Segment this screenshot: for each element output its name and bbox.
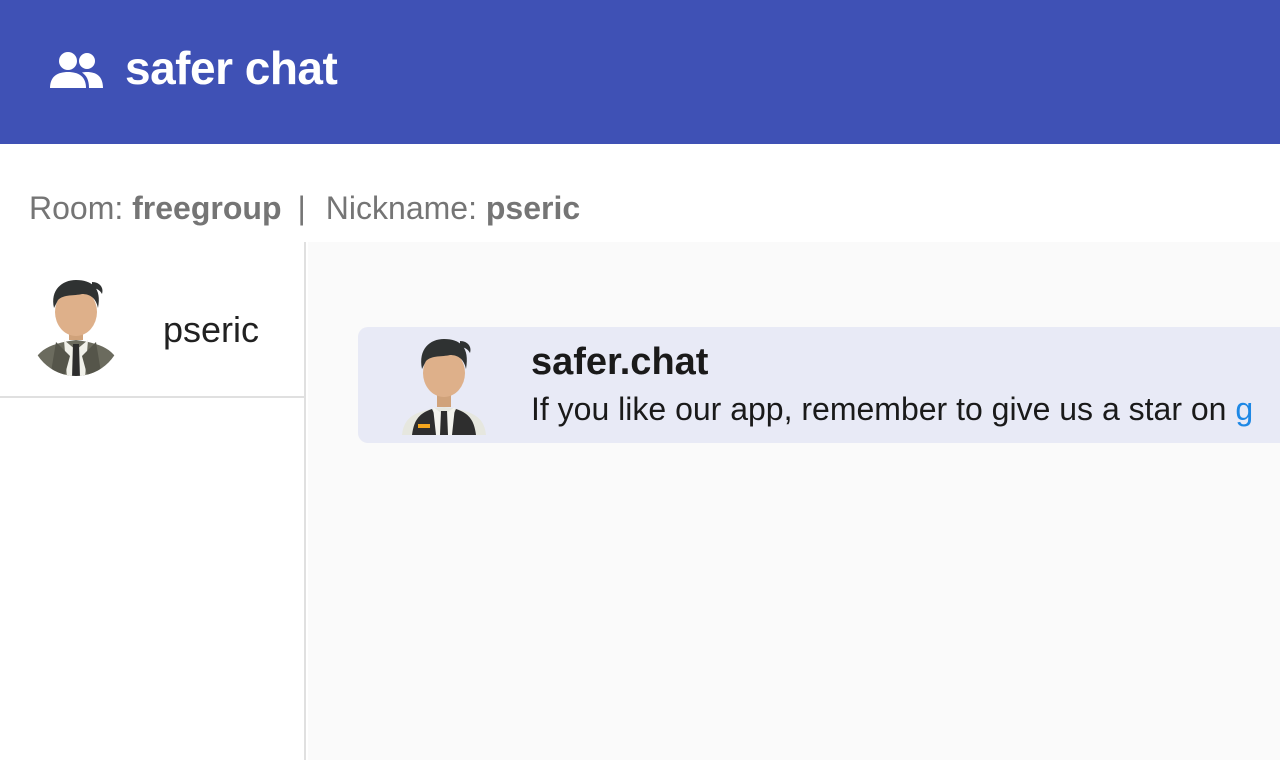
message-sender: safer.chat [531, 341, 709, 383]
user-list-item-name: pseric [163, 309, 260, 350]
app-title: safer chat [125, 42, 338, 94]
nickname-label: Nickname: [325, 190, 477, 226]
room-info-bar: Room: freegroup | Nickname: pseric [29, 188, 580, 228]
message-text: If you like our app, remember to give us… [531, 389, 1253, 429]
chat-message: safer.chat If you like our app, remember… [358, 327, 1280, 443]
room-name: freegroup [132, 190, 282, 226]
message-link[interactable]: g [1235, 391, 1253, 427]
nickname-value: pseric [485, 190, 581, 226]
chat-messages-area: safer.chat If you like our app, remember… [308, 242, 1280, 760]
group-icon [50, 52, 103, 88]
businessman-avatar-icon [30, 280, 122, 376]
user-list-sidebar: pseric [0, 242, 306, 760]
waiter-avatar-icon [402, 339, 486, 435]
user-list-item[interactable]: pseric [0, 242, 306, 398]
message-body: If you like our app, remember to give us… [531, 391, 1236, 427]
room-label: Room: [29, 190, 124, 226]
info-separator: | [297, 190, 306, 226]
app-header: safer chat [0, 0, 1280, 144]
